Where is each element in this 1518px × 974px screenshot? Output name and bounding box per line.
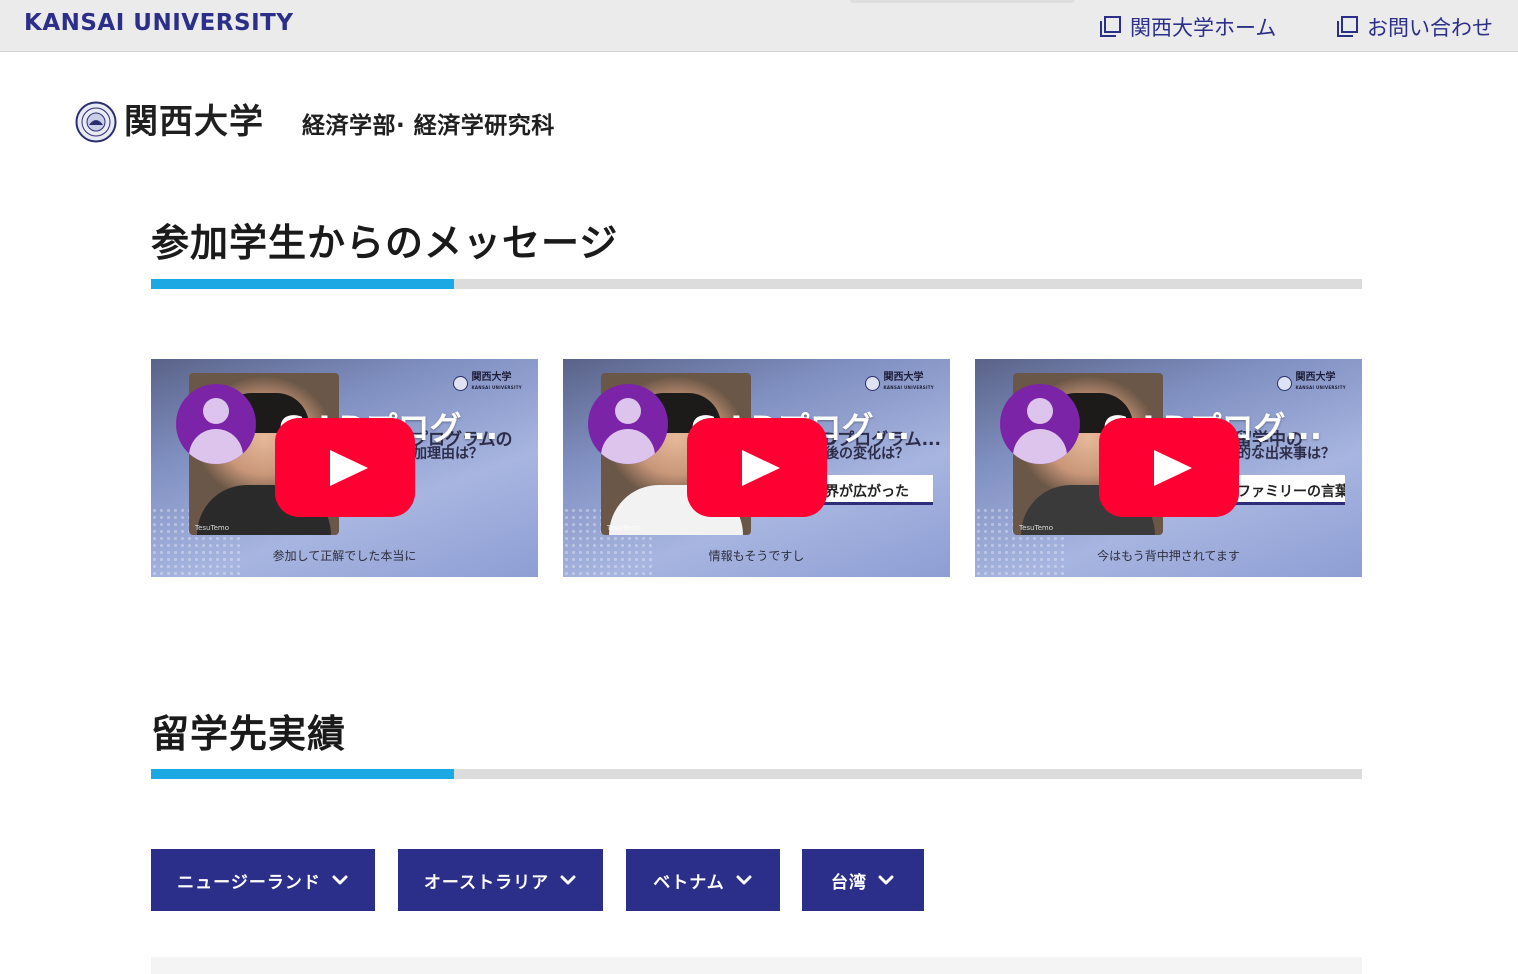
section-title-messages: 参加学生からのメッセージ <box>151 221 619 265</box>
youtube-play-icon[interactable] <box>275 418 415 517</box>
video-caption: 参加して正解でした本当に <box>272 549 417 563</box>
photo-watermark: TesuTemo <box>1019 524 1053 532</box>
mini-seal-icon <box>452 375 468 391</box>
university-home-link[interactable]: 関西大学ホーム <box>1098 12 1276 42</box>
university-home-label: 関西大学ホーム <box>1130 16 1277 40</box>
channel-avatar-icon[interactable] <box>1000 384 1080 464</box>
avatar-head <box>1027 398 1053 424</box>
section-divider <box>151 279 1362 289</box>
search-tab-edge <box>850 0 1075 3</box>
filter-label: ニュージーランド <box>177 872 321 893</box>
avatar-body <box>189 429 243 464</box>
video-card[interactable]: TesuTemo 関西大学 KANSAI UNIVERSITY Dプログラム...… <box>563 359 950 577</box>
university-logo[interactable]: 関西大学 <box>75 100 264 144</box>
section-divider-accent <box>151 279 454 289</box>
section-divider <box>151 769 1362 779</box>
section-divider-accent <box>151 769 454 779</box>
filter-button-vietnam[interactable]: ベトナム <box>626 849 780 911</box>
youtube-play-icon[interactable] <box>1099 418 1239 517</box>
contact-label: お問い合わせ <box>1367 16 1493 40</box>
video-caption: 情報もそうですし <box>708 549 805 563</box>
mini-seal-icon <box>1276 375 1292 391</box>
channel-avatar-icon[interactable] <box>176 384 256 464</box>
chevron-down-icon <box>735 871 753 889</box>
filter-label: ベトナム <box>653 872 725 893</box>
university-seal-icon <box>75 101 117 143</box>
channel-logo: 関西大学 KANSAI UNIVERSITY <box>864 373 935 393</box>
channel-sub: KANSAI UNIVERSITY <box>471 385 522 390</box>
channel-logo-text: 関西大学 KANSAI UNIVERSITY <box>884 373 935 393</box>
channel-sub: KANSAI UNIVERSITY <box>883 385 934 390</box>
brand-wordmark[interactable]: KANSAI UNIVERSITY <box>24 10 293 36</box>
video-caption: 今はもう背中押されてます <box>1097 549 1240 563</box>
university-logo-text: 関西大学 <box>124 102 264 142</box>
channel-name: 関西大学 <box>471 372 512 383</box>
filter-label: オーストラリア <box>423 872 550 893</box>
contact-link[interactable]: お問い合わせ <box>1335 12 1493 42</box>
external-window-icon <box>1098 15 1122 39</box>
youtube-play-icon[interactable] <box>687 418 827 517</box>
channel-logo: 関西大学 KANSAI UNIVERSITY <box>1276 373 1347 393</box>
filter-button-australia[interactable]: オーストラリア <box>398 849 603 911</box>
avatar-body <box>601 429 655 464</box>
chevron-down-icon <box>877 871 895 889</box>
channel-name: 関西大学 <box>883 372 924 383</box>
filter-label: 台湾 <box>831 872 867 893</box>
utility-bar: KANSAI UNIVERSITY 関西大学ホーム お問い合わせ <box>0 0 1518 52</box>
faculty-name[interactable]: 経済学部· 経済学研究科 <box>302 106 555 140</box>
section-title-destinations: 留学先実績 <box>151 712 347 756</box>
chevron-down-icon <box>331 871 349 889</box>
channel-sub: KANSAI UNIVERSITY <box>1295 385 1346 390</box>
filter-button-taiwan[interactable]: 台湾 <box>802 849 924 911</box>
channel-logo-text: 関西大学 KANSAI UNIVERSITY <box>472 373 523 393</box>
thumbnail-tag: 界が広がった <box>813 475 933 505</box>
avatar-body <box>1013 429 1067 464</box>
channel-logo-text: 関西大学 KANSAI UNIVERSITY <box>1296 373 1347 393</box>
video-card[interactable]: TesuTemo 関西大学 KANSAI UNIVERSITY 留学中の 的な出来… <box>975 359 1362 577</box>
external-window-icon <box>1335 15 1359 39</box>
filter-button-new-zealand[interactable]: ニュージーランド <box>151 849 375 911</box>
photo-watermark: TesuTemo <box>607 524 641 532</box>
thumbnail-tag: ファミリーの言葉 <box>1225 475 1345 505</box>
channel-avatar-icon[interactable] <box>588 384 668 464</box>
mini-seal-icon <box>864 375 880 391</box>
photo-watermark: TesuTemo <box>195 524 229 532</box>
channel-name: 関西大学 <box>1295 372 1336 383</box>
avatar-head <box>203 398 229 424</box>
destination-panel <box>151 957 1362 974</box>
video-card[interactable]: TesuTemo 関西大学 KANSAI UNIVERSITY プログラムの 加理… <box>151 359 538 577</box>
channel-logo: 関西大学 KANSAI UNIVERSITY <box>452 373 523 393</box>
chevron-down-icon <box>559 871 577 889</box>
avatar-head <box>615 398 641 424</box>
